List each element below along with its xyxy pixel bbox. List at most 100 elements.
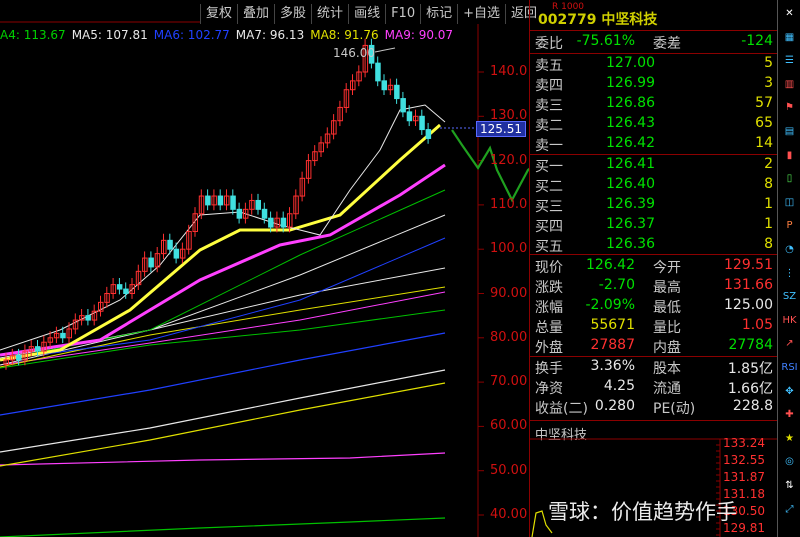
quote-label: 今开: [653, 260, 681, 276]
candle-body: [16, 355, 22, 361]
price: 126.99: [606, 75, 655, 91]
price: 126.36: [606, 236, 655, 252]
fund-value: 3.36%: [590, 358, 635, 374]
fund-row: 净资 4.25 流通 1.66亿: [530, 378, 775, 397]
quote-value: 125.00: [724, 297, 773, 313]
stats-icon[interactable]: ▤: [780, 124, 799, 140]
volume: 65: [755, 115, 773, 131]
volume: 1: [764, 196, 773, 212]
trend-icon[interactable]: ↗: [780, 336, 799, 352]
candle-body: [217, 195, 224, 206]
toolbar: 复权 叠加 多股 统计 画线 F10 标记 +自选 返回: [200, 4, 543, 24]
label: 买二: [535, 179, 563, 195]
quote-label: 内盘: [653, 340, 681, 356]
quote-value: -2.09%: [585, 297, 635, 313]
candle-body: [381, 80, 387, 91]
volume: 57: [755, 95, 773, 111]
ma-line-3: [0, 369, 446, 453]
peak-label: 146.00: [333, 46, 375, 60]
chart-icon[interactable]: ▥: [780, 77, 799, 93]
quote-row: 总量 55671 量比 1.05: [530, 317, 775, 336]
bars-icon[interactable]: ▮: [780, 148, 799, 164]
candle-body: [123, 288, 129, 295]
expand-icon[interactable]: ⤢: [780, 502, 799, 518]
price: 126.39: [606, 196, 655, 212]
grid-icon[interactable]: ▦: [780, 30, 799, 46]
cross-icon[interactable]: ✚: [780, 407, 799, 423]
candle-body: [236, 208, 243, 219]
star-icon[interactable]: ★: [780, 431, 799, 447]
price: 126.43: [606, 115, 655, 131]
flag-icon[interactable]: ⚑: [780, 100, 799, 116]
y-axis-label: 130.0: [490, 108, 528, 124]
ma-line-13: [0, 123, 441, 362]
list-icon[interactable]: ☰: [780, 53, 799, 69]
label: 买五: [535, 239, 563, 255]
buy-row: 买一 126.41 2: [530, 156, 775, 175]
target-icon[interactable]: ◎: [780, 454, 799, 470]
fund-value: 1.66亿: [727, 381, 773, 397]
kline-svg[interactable]: [0, 0, 529, 537]
label: 买四: [535, 219, 563, 235]
candle-body: [406, 111, 413, 122]
toolbar-button-7[interactable]: +自选: [457, 4, 506, 24]
kline-chart[interactable]: A4: 113.67 MA5: 107.81 MA6: 102.77 MA7: 96.…: [0, 0, 529, 537]
candle-body: [375, 62, 381, 82]
toolbar-button-0[interactable]: 复权: [200, 4, 238, 24]
toolbar-button-4[interactable]: 画线: [348, 4, 386, 24]
quote-value: 126.42: [586, 257, 635, 273]
volume: 2: [764, 156, 773, 172]
fund-label: 股本: [653, 361, 681, 377]
label: 卖二: [535, 118, 563, 134]
ma-legend-item: A4: 113.67: [0, 28, 66, 42]
mini-axis-label: 131.87: [723, 470, 765, 484]
hk-icon[interactable]: HK: [780, 313, 799, 329]
label: 卖三: [535, 98, 563, 114]
watermark: 雪球：价值趋势作手: [548, 500, 737, 524]
close-icon[interactable]: ✕: [780, 6, 799, 22]
ma-legend-item: MA6: 102.77: [153, 28, 230, 42]
toolbar-button-1[interactable]: 叠加: [237, 4, 275, 24]
quote-value: -2.70: [598, 277, 635, 293]
dots-icon[interactable]: ⋮: [780, 266, 799, 282]
p-icon[interactable]: P: [780, 218, 799, 234]
quote-label: 现价: [535, 260, 563, 276]
ma-legend-item: MA9: 90.07: [384, 28, 454, 42]
candles-icon[interactable]: ▯: [780, 171, 799, 187]
volume: 14: [755, 135, 773, 151]
y-axis-label: 140.0: [490, 64, 528, 79]
quote-value: 55671: [590, 317, 635, 333]
buy-row: 买三 126.39 1: [530, 196, 775, 215]
ma-legend-item: MA5: 107.81: [71, 28, 148, 42]
fund-value: 1.85亿: [727, 361, 773, 377]
candle-body: [167, 239, 173, 250]
sell-row: 卖二 126.43 65: [530, 115, 775, 134]
volume: 3: [764, 75, 773, 91]
quote-row: 现价 126.42 今开 129.51: [530, 257, 775, 276]
toolbar-button-6[interactable]: 标记: [420, 4, 458, 24]
sell-row: 卖一 126.42 14: [530, 135, 775, 154]
move-icon[interactable]: ✥: [780, 384, 799, 400]
y-axis-label: 120.0: [490, 152, 528, 168]
price: 127.00: [606, 55, 655, 71]
current-price-tag: 125.51: [476, 121, 526, 137]
toolbar-button-3[interactable]: 统计: [311, 4, 349, 24]
sell-row: 卖五 127.00 5: [530, 55, 775, 74]
fund-value: 228.8: [732, 398, 773, 414]
stock-header: R 1000 002779 中坚科技: [530, 0, 777, 34]
toolbar-button-5[interactable]: F10: [385, 4, 421, 24]
weicha-value: -124: [741, 33, 773, 49]
quote-value: 131.66: [724, 277, 773, 293]
fund-label: 流通: [653, 381, 681, 397]
nav-icon[interactable]: ⇅: [780, 478, 799, 494]
weicha-label: 委差: [653, 36, 681, 52]
weibi-row: 委比 -75.61% 委差 -124: [530, 33, 775, 52]
analysis-icon[interactable]: ◫: [780, 195, 799, 211]
sz-icon[interactable]: SZ: [780, 289, 799, 305]
candle-body: [35, 346, 41, 352]
rsi-icon[interactable]: RSI: [780, 360, 799, 376]
toolbar-button-2[interactable]: 多股: [274, 4, 312, 24]
y-axis-label: 40.00: [490, 507, 528, 522]
y-axis-label: 50.00: [490, 462, 528, 478]
pie-icon[interactable]: ◔: [780, 242, 799, 258]
